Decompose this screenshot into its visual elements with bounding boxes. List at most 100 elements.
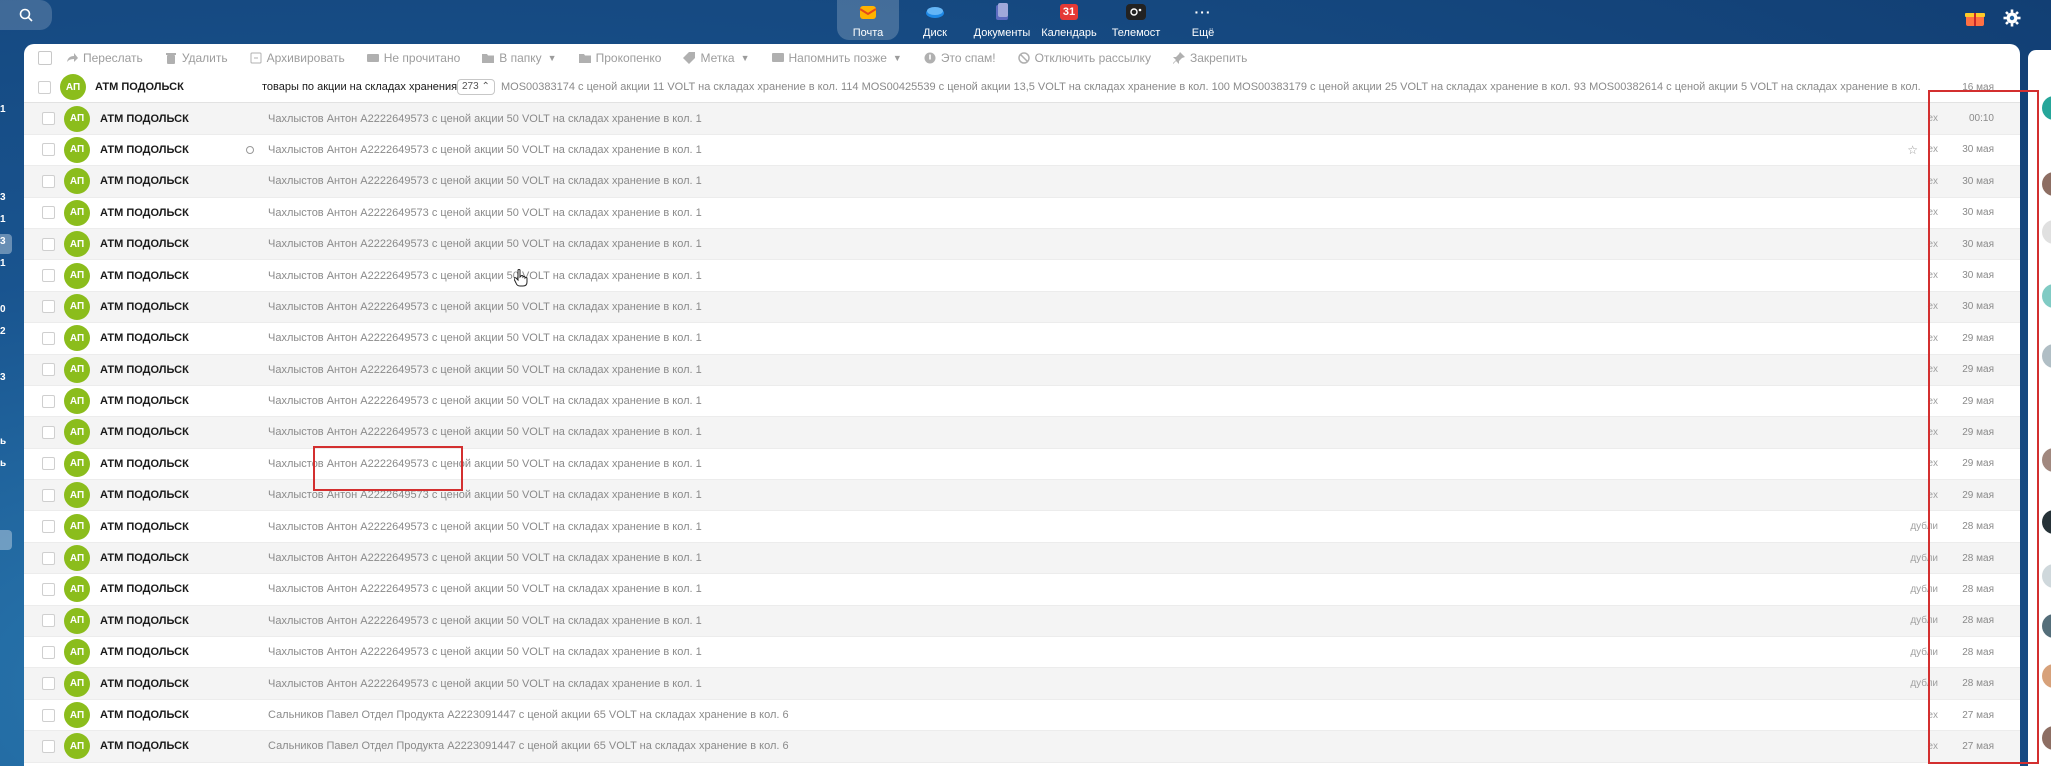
service-telemost[interactable]: Телемост [1105, 0, 1167, 40]
avatar: АП [64, 482, 90, 509]
row-checkbox[interactable] [42, 739, 55, 753]
message-row[interactable]: АП АТМ ПОДОЛЬСК Чахлыстов Антон А222264957… [24, 511, 2020, 543]
folder-count[interactable]: 1 [0, 258, 6, 269]
folder-count[interactable]: 2 [0, 326, 6, 337]
row-checkbox[interactable] [42, 237, 55, 251]
message-row[interactable]: АП АТМ ПОДОЛЬСК Чахлыстов Антон А222264957… [24, 386, 2020, 418]
row-checkbox[interactable] [42, 425, 55, 439]
row-checkbox[interactable] [42, 614, 55, 628]
label-button[interactable]: Метка ▼ [683, 51, 750, 65]
row-checkbox[interactable] [42, 143, 55, 157]
message-row[interactable]: АП АТМ ПОДОЛЬСК Чахлыстов Антон А222264957… [24, 260, 2020, 292]
move-to-folder-button[interactable]: В папку ▼ [482, 51, 557, 65]
message-row[interactable]: АП АТМ ПОДОЛЬСК Сальников Павел Отдел Прод… [24, 700, 2020, 732]
row-checkbox[interactable] [42, 488, 55, 502]
row-checkbox[interactable] [42, 582, 55, 596]
folder-count[interactable]: ь [0, 458, 6, 469]
delete-button[interactable]: Удалить [165, 51, 228, 65]
thread-row[interactable]: АП АТМ ПОДОЛЬСК товары по акции на склад… [24, 72, 2020, 104]
pin-button[interactable]: Закрепить [1172, 51, 1247, 65]
service-calendar[interactable]: 31 Календарь [1038, 0, 1100, 40]
unsubscribe-button[interactable]: Отключить рассылку [1017, 51, 1151, 65]
label-label: Метка [700, 51, 735, 65]
row-checkbox[interactable] [42, 174, 55, 188]
highlight-box-dates [1928, 90, 2039, 764]
message-row[interactable]: АП АТМ ПОДОЛЬСК Чахлыстов Антон А222264957… [24, 605, 2020, 638]
folder-count[interactable]: 0 [0, 304, 6, 315]
folder-icon [578, 54, 591, 63]
row-checkbox[interactable] [42, 457, 55, 471]
gear-icon [2003, 9, 2021, 27]
sender-name: АТМ ПОДОЛЬСК [100, 332, 189, 345]
row-checkbox[interactable] [42, 112, 55, 126]
sender-name: АТМ ПОДОЛЬСК [100, 395, 189, 408]
folder-count[interactable]: 1 [0, 104, 6, 115]
message-row[interactable]: АП АТМ ПОДОЛЬСК Чахлыстов Антон А222264957… [24, 103, 2020, 135]
avatar: АП [64, 136, 90, 163]
folder-selected-indicator [0, 530, 12, 550]
message-row[interactable]: АП АТМ ПОДОЛЬСК Чахлыстов Антон А222264957… [24, 135, 2020, 167]
row-checkbox[interactable] [42, 645, 55, 659]
message-row[interactable]: АП АТМ ПОДОЛЬСК Чахлыстов Антон А222264957… [24, 198, 2020, 229]
mail-list-panel: Переслать Удалить Архивировать Не прочит… [24, 44, 2020, 766]
row-checkbox[interactable] [42, 394, 55, 408]
service-documents[interactable]: Документы [971, 0, 1033, 40]
read-filter-button[interactable]: Прокопенко [578, 51, 662, 65]
row-checkbox[interactable] [42, 520, 55, 534]
telemost-icon [1126, 4, 1146, 20]
message-row[interactable]: АП АТМ ПОДОЛЬСК Чахлыстов Антон А222264957… [24, 417, 2020, 449]
service-more[interactable]: ··· Ещё [1172, 0, 1234, 40]
message-row[interactable]: АП АТМ ПОДОЛЬСК Чахлыстов Антон А222264957… [24, 668, 2020, 700]
move-to-folder-label: В папку [499, 51, 542, 65]
message-row[interactable]: АП АТМ ПОДОЛЬСК Чахлыстов Антон А222264957… [24, 637, 2020, 669]
message-row[interactable]: АП АТМ ПОДОЛЬСК Сальников Павел Отдел Прод… [24, 731, 2020, 763]
service-label: Календарь [1041, 27, 1097, 39]
row-checkbox[interactable] [42, 331, 55, 345]
remind-later-button[interactable]: Напомнить позже ▼ [771, 51, 902, 65]
search-button[interactable] [0, 0, 52, 30]
row-checkbox[interactable] [38, 80, 51, 94]
folder-count[interactable]: 3 [0, 372, 6, 383]
message-row[interactable]: АП АТМ ПОДОЛЬСК Чахлыстов Антон А222264957… [24, 323, 2020, 355]
row-checkbox[interactable] [42, 269, 55, 283]
delete-label: Удалить [181, 51, 228, 65]
avatar: АП [64, 356, 90, 383]
folder-count[interactable]: 1 [0, 214, 6, 225]
thread-count-badge[interactable]: 273 ⌃ [457, 79, 495, 96]
service-mail[interactable]: Почта [837, 0, 899, 40]
read-filter-label: Прокопенко [595, 51, 662, 65]
avatar: АП [64, 293, 90, 320]
row-checkbox[interactable] [42, 677, 55, 691]
subject: Чахлыстов Антон А2222649573 с ценой акци… [268, 269, 702, 282]
avatar: АП [64, 545, 90, 572]
folder-selected-indicator [0, 234, 12, 254]
folder-count[interactable]: 3 [0, 192, 6, 203]
message-row[interactable]: АП АТМ ПОДОЛЬСК Чахлыстов Антон А222264957… [24, 574, 2020, 606]
service-disk[interactable]: Диск [904, 0, 966, 40]
mark-unread-label: Не прочитано [383, 51, 461, 65]
unread-dot-icon[interactable] [246, 145, 254, 154]
gift-button[interactable] [1963, 6, 1987, 30]
row-checkbox[interactable] [42, 551, 55, 565]
row-checkbox[interactable] [42, 300, 55, 314]
subject: Чахлыстов Антон А2222649573 с ценой акци… [268, 143, 702, 156]
sender-name: АТМ ПОДОЛЬСК [100, 709, 189, 721]
select-all-checkbox[interactable] [38, 51, 52, 65]
message-row[interactable]: АП АТМ ПОДОЛЬСК Чахлыстов Антон А222264957… [24, 291, 2020, 324]
subject: Чахлыстов Антон А2222649573 с ценой акци… [268, 175, 702, 188]
mark-unread-button[interactable]: Не прочитано [366, 51, 461, 65]
message-row[interactable]: АП АТМ ПОДОЛЬСК Чахлыстов Антон А222264957… [24, 228, 2020, 261]
settings-button[interactable] [2000, 6, 2024, 30]
message-row[interactable]: АП АТМ ПОДОЛЬСК Чахлыстов Антон А222264957… [24, 542, 2020, 575]
row-checkbox[interactable] [42, 708, 55, 722]
row-checkbox[interactable] [42, 363, 55, 377]
message-row[interactable]: АП АТМ ПОДОЛЬСК Чахлыстов Антон А222264957… [24, 354, 2020, 386]
sender-name: АТМ ПОДОЛЬСК [100, 740, 189, 753]
star-icon[interactable]: ☆ [1907, 143, 1918, 157]
forward-button[interactable]: Переслать [66, 51, 143, 65]
message-row[interactable]: АП АТМ ПОДОЛЬСК Чахлыстов Антон А222264957… [24, 166, 2020, 198]
folder-count[interactable]: ь [0, 436, 6, 447]
row-checkbox[interactable] [42, 206, 55, 220]
spam-button[interactable]: Это спам! [924, 51, 996, 65]
archive-button[interactable]: Архивировать [250, 51, 345, 65]
